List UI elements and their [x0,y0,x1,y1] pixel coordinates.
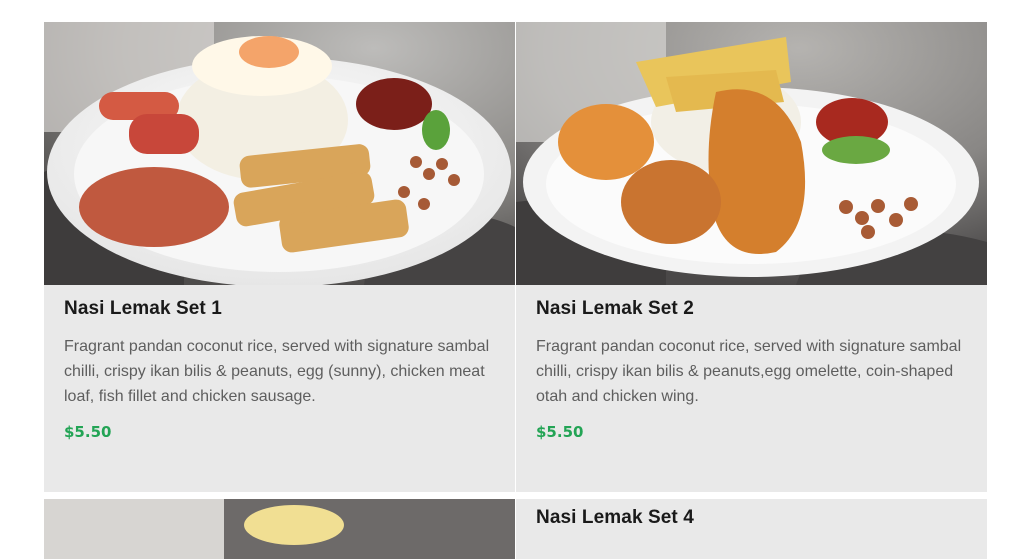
nasi-lemak-set-3-photo[interactable] [44,499,515,559]
nasi-lemak-set-2-photo[interactable] [516,22,987,285]
menu-item-description: Fragrant pandan coconut rice, served wit… [64,338,490,405]
menu-card-body: Nasi Lemak Set 1 Fragrant pandan coconut… [44,285,515,441]
menu-card-set-4[interactable]: Nasi Lemak Set 4 [516,499,987,559]
menu-card-set-1[interactable]: Nasi Lemak Set 1 Fragrant pandan coconut… [44,22,515,492]
menu-card-set-3[interactable] [44,499,515,559]
menu-card-body: Nasi Lemak Set 2 Fragrant pandan coconut… [516,285,987,441]
menu-item-price: $5.50 [64,423,112,441]
nasi-lemak-set-1-photo[interactable] [44,22,515,285]
menu-item-description: Fragrant pandan coconut rice, served wit… [536,338,962,405]
menu-item-title[interactable]: Nasi Lemak Set 1 [64,298,495,320]
menu-card-set-2[interactable]: Nasi Lemak Set 2 Fragrant pandan coconut… [516,22,987,492]
menu-item-title[interactable]: Nasi Lemak Set 4 [516,507,987,529]
menu-item-title[interactable]: Nasi Lemak Set 2 [536,298,967,320]
menu-item-price: $5.50 [536,423,584,441]
